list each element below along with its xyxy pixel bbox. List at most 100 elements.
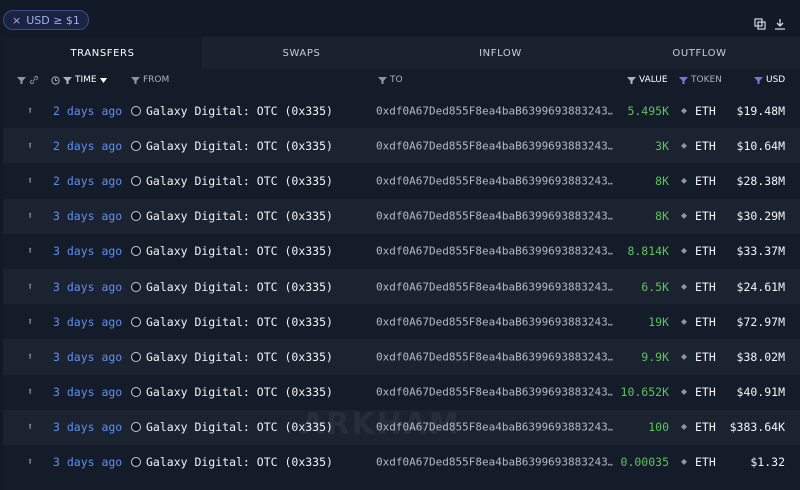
link-icon [29, 75, 39, 85]
time-link[interactable]: 3 days ago [53, 315, 122, 329]
time-link[interactable]: 3 days ago [53, 244, 122, 258]
from-entity[interactable]: Galaxy Digital: OTC (0x335) [131, 455, 333, 469]
eth-icon: ◆ [681, 245, 688, 257]
time-link[interactable]: 2 days ago [53, 104, 122, 118]
entity-icon [131, 387, 141, 398]
from-label: Galaxy Digital: OTC (0x335) [146, 173, 333, 188]
token-column-header[interactable]: TOKEN [679, 75, 722, 85]
table-row[interactable]: ⬆ 3 days ago Galaxy Digital: OTC (0x335)… [3, 198, 800, 234]
token-cell[interactable]: ETH [695, 280, 716, 294]
filter-icon [754, 77, 763, 84]
to-address[interactable]: 0xdf0A67Ded855F8ea4baB6399693883243… [376, 245, 613, 258]
to-address[interactable]: 0xdf0A67Ded855F8ea4baB6399693883243… [376, 139, 613, 152]
token-cell[interactable]: ETH [695, 385, 716, 399]
from-entity[interactable]: Galaxy Digital: OTC (0x335) [131, 280, 333, 294]
to-address[interactable]: 0xdf0A67Ded855F8ea4baB6399693883243… [376, 315, 613, 328]
direction-icon: ⬆ [27, 386, 34, 398]
time-link[interactable]: 3 days ago [53, 420, 122, 434]
from-entity[interactable]: Galaxy Digital: OTC (0x335) [131, 244, 333, 258]
from-entity[interactable]: Galaxy Digital: OTC (0x335) [131, 209, 333, 223]
time-link[interactable]: 3 days ago [53, 350, 122, 364]
token-cell[interactable]: ETH [695, 174, 716, 188]
eth-icon: ◆ [681, 316, 688, 328]
to-address[interactable]: 0xdf0A67Ded855F8ea4baB6399693883243… [376, 210, 613, 223]
from-entity[interactable]: Galaxy Digital: OTC (0x335) [131, 174, 333, 188]
to-address[interactable]: 0xdf0A67Ded855F8ea4baB6399693883243… [376, 104, 613, 117]
to-address[interactable]: 0xdf0A67Ded855F8ea4baB6399693883243… [376, 174, 613, 187]
from-entity[interactable]: Galaxy Digital: OTC (0x335) [131, 350, 333, 364]
usd-cell: $72.97M [736, 314, 785, 329]
time-link[interactable]: 3 days ago [53, 280, 122, 294]
usd-cell: $19.48M [736, 103, 785, 118]
usd-cell: $40.91M [736, 385, 785, 400]
table-row[interactable]: ⬆ 2 days ago Galaxy Digital: OTC (0x335)… [3, 163, 800, 198]
to-address[interactable]: 0xdf0A67Ded855F8ea4baB6399693883243… [376, 456, 613, 469]
value-cell: 10.652K [620, 385, 669, 400]
value-cell: 8K [655, 209, 669, 224]
entity-icon [131, 351, 141, 362]
token-cell[interactable]: ETH [695, 315, 716, 329]
token-cell[interactable]: ETH [695, 104, 716, 118]
direction-icon: ⬆ [27, 421, 34, 433]
tab-outflow[interactable]: OUTFLOW [600, 37, 799, 69]
table-row[interactable]: ⬆ 2 days ago Galaxy Digital: OTC (0x335)… [3, 128, 800, 164]
value-column-header[interactable]: VALUE [627, 75, 668, 85]
token-cell[interactable]: ETH [695, 455, 716, 469]
to-column-header[interactable]: TO [378, 75, 403, 85]
from-label: Galaxy Digital: OTC (0x335) [146, 103, 333, 118]
tab-swaps[interactable]: SWAPS [202, 37, 401, 69]
table-row[interactable]: ⬆ 3 days ago Galaxy Digital: OTC (0x335)… [3, 375, 800, 410]
table-row[interactable]: ⬆ 3 days ago Galaxy Digital: OTC (0x335)… [3, 339, 800, 375]
entity-icon [131, 246, 141, 257]
table-row[interactable]: ⬆ 3 days ago Galaxy Digital: OTC (0x335)… [3, 445, 800, 480]
value-cell: 0.00035 [620, 455, 669, 470]
table-row[interactable]: ⬆ 2 days ago Galaxy Digital: OTC (0x335)… [3, 93, 800, 128]
sort-down-icon [99, 77, 107, 83]
from-entity[interactable]: Galaxy Digital: OTC (0x335) [131, 315, 333, 329]
token-cell[interactable]: ETH [695, 350, 716, 364]
time-link[interactable]: 3 days ago [53, 455, 122, 469]
token-cell[interactable]: ETH [695, 420, 716, 434]
to-address[interactable]: 0xdf0A67Ded855F8ea4baB6399693883243… [376, 350, 613, 363]
eth-icon: ◆ [681, 456, 688, 468]
copy-icon[interactable] [754, 15, 766, 30]
value-cell: 6.5K [641, 279, 669, 294]
from-entity[interactable]: Galaxy Digital: OTC (0x335) [131, 385, 333, 399]
time-link[interactable]: 2 days ago [53, 139, 122, 153]
token-cell[interactable]: ETH [695, 244, 716, 258]
table-row[interactable]: ⬆ 3 days ago Galaxy Digital: OTC (0x335)… [3, 268, 800, 305]
token-cell[interactable]: ETH [695, 139, 716, 153]
usd-cell: $38.02M [736, 349, 785, 364]
value-cell: 5.495K [627, 103, 669, 118]
entity-icon [131, 422, 141, 433]
tab-inflow[interactable]: INFLOW [401, 37, 600, 69]
table-row[interactable]: ⬆ 3 days ago Galaxy Digital: OTC (0x335)… [3, 234, 800, 269]
entity-icon [131, 457, 141, 468]
to-header-label: TO [390, 75, 403, 85]
from-entity[interactable]: Galaxy Digital: OTC (0x335) [131, 139, 333, 153]
time-link[interactable]: 3 days ago [53, 385, 122, 399]
time-link[interactable]: 3 days ago [53, 209, 122, 223]
download-icon[interactable] [774, 15, 786, 30]
to-address[interactable]: 0xdf0A67Ded855F8ea4baB6399693883243… [376, 280, 613, 293]
value-header-label: VALUE [639, 75, 668, 85]
usd-column-header[interactable]: USD [754, 75, 785, 85]
direction-icon: ⬆ [27, 175, 34, 187]
value-cell: 19K [648, 314, 669, 329]
token-cell[interactable]: ETH [695, 209, 716, 223]
from-entity[interactable]: Galaxy Digital: OTC (0x335) [131, 104, 333, 118]
direction-filter[interactable] [17, 75, 39, 85]
time-link[interactable]: 2 days ago [53, 174, 122, 188]
eth-icon: ◆ [681, 140, 688, 152]
remove-filter-icon[interactable]: × [12, 14, 21, 27]
value-cell: 8.814K [627, 244, 669, 259]
eth-icon: ◆ [681, 421, 688, 433]
from-label: Galaxy Digital: OTC (0x335) [146, 385, 333, 400]
usd-filter-chip[interactable]: × USD ≥ $1 [3, 10, 89, 30]
from-column-header[interactable]: FROM [131, 75, 169, 85]
to-address[interactable]: 0xdf0A67Ded855F8ea4baB6399693883243… [376, 386, 613, 399]
time-column-header[interactable]: TIME [51, 75, 107, 85]
table-row[interactable]: ⬆ 3 days ago Galaxy Digital: OTC (0x335)… [3, 304, 800, 339]
usd-header-label: USD [766, 75, 786, 85]
tab-transfers[interactable]: TRANSFERS [3, 37, 202, 69]
